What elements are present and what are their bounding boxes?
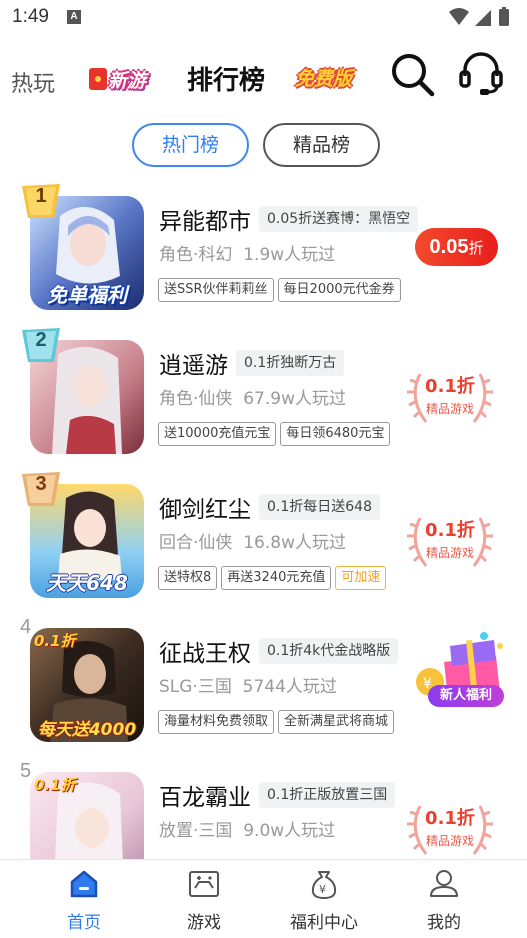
game-item[interactable]: 5 0.1折 百龙霸业 0.1折正版放置三国 放置·三国 9.0w人玩过 0.1… — [0, 756, 527, 860]
status-time: 1:49 — [12, 6, 49, 27]
bottom-tab-home-label: 首页 — [67, 913, 101, 933]
premium-stamp: 0.1折 精品游戏 — [402, 364, 498, 430]
nav-ranking[interactable]: 排行榜 — [187, 60, 265, 97]
stamp-value: 0.1折 — [425, 520, 475, 541]
system-status-icons — [449, 7, 509, 26]
game-promo: 0.1折正版放置三国 — [259, 782, 396, 808]
profile-icon — [430, 870, 458, 897]
stamp-value: 0.1折 — [425, 376, 475, 397]
search-icon[interactable] — [388, 50, 436, 98]
signal-icon — [475, 10, 491, 26]
game-meta: 回合·仙侠 16.8w人玩过 — [159, 533, 346, 553]
nav-new-games-label: 新游 — [108, 70, 147, 92]
stamp-label: 精品游戏 — [425, 546, 474, 560]
a-box-icon: A — [67, 10, 81, 24]
game-tags: 送SSR伙伴莉莉丝 每日2000元代金券 — [158, 278, 405, 302]
wifi-icon — [449, 8, 469, 25]
bottom-tab-welfare[interactable]: ¥ 福利中心 — [264, 860, 384, 938]
game-tag: 海量材料免费领取 — [158, 710, 275, 734]
game-item[interactable]: 免单福利 1 异能都市 0.05折送赛博：黑悟空 角色·科幻 1.9w人玩过 送… — [0, 180, 527, 324]
stamp-label: 精品游戏 — [425, 834, 474, 848]
game-tag: 每日2000元代金券 — [277, 278, 401, 302]
rank-number: 2 — [35, 329, 47, 351]
bottom-tab-home[interactable]: 首页 — [24, 860, 144, 938]
rank-number: 3 — [35, 473, 47, 495]
game-tag: 全新满星武将商城 — [278, 710, 395, 734]
tab-hot[interactable]: 热门榜 — [132, 123, 249, 167]
status-bar: 1:49 A — [0, 0, 527, 36]
game-tag: 送SSR伙伴莉莉丝 — [158, 278, 274, 302]
rank-medal: 1 — [20, 182, 62, 220]
game-title: 百龙霸业 — [159, 785, 251, 811]
bottom-tab-profile-label: 我的 — [427, 913, 461, 933]
game-promo: 0.05折送赛博：黑悟空 — [259, 206, 419, 232]
discount-button[interactable]: 0.05折 — [415, 228, 498, 266]
game-tag: 送10000充值元宝 — [158, 422, 277, 446]
top-nav: 热玩 新游 排行榜 免费版 — [0, 50, 527, 110]
cover-caption: 天天648 — [46, 571, 128, 595]
game-item[interactable]: 4 0.1折 每天送4000 征战王权 0.1折4k代金战略版 SLG·三国 5… — [0, 612, 527, 756]
rank-medal: 3 — [20, 470, 62, 508]
game-tags: 海量材料免费领取 全新满星武将商城 — [158, 710, 398, 734]
money-bag-icon: ¥ — [311, 871, 337, 899]
game-tag: 每日领6480元宝 — [280, 422, 391, 446]
cover-discount-badge: 0.1折 — [34, 776, 76, 794]
game-tag: 再送3240元充值 — [221, 566, 332, 590]
game-promo: 0.1折每日送648 — [259, 494, 380, 520]
accelerate-tag: 可加速 — [335, 566, 387, 590]
game-meta: 角色·仙侠 67.9w人玩过 — [159, 389, 346, 409]
game-list: 免单福利 1 异能都市 0.05折送赛博：黑悟空 角色·科幻 1.9w人玩过 送… — [0, 180, 527, 860]
game-title: 逍遥游 — [159, 353, 228, 379]
game-item[interactable]: 2 逍遥游 0.1折独断万古 角色·仙侠 67.9w人玩过 送10000充值元宝… — [0, 324, 527, 468]
nav-hot-games[interactable]: 热玩 — [11, 66, 55, 98]
game-tags: 送特权8 再送3240元充值 可加速 — [158, 566, 390, 590]
game-item[interactable]: 天天648 3 御剑红尘 0.1折每日送648 回合·仙侠 16.8w人玩过 送… — [0, 468, 527, 612]
game-cover: 0.1折 — [30, 772, 144, 860]
game-title: 御剑红尘 — [159, 497, 251, 523]
ranking-tabs: 热门榜 精品榜 — [0, 123, 527, 167]
game-meta: SLG·三国 5744人玩过 — [159, 677, 337, 697]
game-title: 异能都市 — [159, 209, 251, 235]
game-tags: 送10000充值元宝 每日领6480元宝 — [158, 422, 394, 446]
premium-stamp: 0.1折 精品游戏 — [402, 508, 498, 574]
cover-caption: 每天送4000 — [37, 720, 137, 740]
game-promo: 0.1折4k代金战略版 — [259, 638, 399, 664]
bottom-tab-games[interactable]: 游戏 — [144, 860, 264, 938]
stamp-label: 精品游戏 — [425, 402, 474, 416]
game-tag: 送特权8 — [158, 566, 218, 590]
gamepad-icon — [189, 871, 219, 897]
newbie-welfare-button[interactable]: ¥ 新人福利 — [414, 632, 506, 712]
bottom-tab-games-label: 游戏 — [187, 913, 221, 933]
red-envelope-icon — [89, 68, 107, 90]
nav-free-version[interactable]: 免费版 — [295, 64, 352, 91]
battery-icon — [499, 9, 509, 26]
game-meta: 角色·科幻 1.9w人玩过 — [159, 245, 336, 265]
nav-new-games[interactable]: 新游 — [89, 64, 159, 96]
game-title: 征战王权 — [159, 641, 251, 667]
welfare-label: 新人福利 — [428, 685, 504, 707]
rank-number: 1 — [35, 185, 47, 207]
bottom-tab-welfare-label: 福利中心 — [290, 913, 358, 933]
game-cover: 0.1折 每天送4000 — [30, 628, 144, 742]
game-meta: 放置·三国 9.0w人玩过 — [159, 821, 336, 841]
stamp-value: 0.1折 — [425, 808, 475, 829]
cover-discount-badge: 0.1折 — [34, 632, 76, 650]
tab-premium[interactable]: 精品榜 — [263, 123, 380, 167]
headset-icon[interactable] — [458, 50, 504, 98]
game-promo: 0.1折独断万古 — [236, 350, 345, 376]
home-icon — [70, 870, 98, 898]
premium-stamp: 0.1折 精品游戏 — [402, 796, 498, 860]
cover-caption: 免单福利 — [47, 283, 127, 307]
bottom-nav: 首页 游戏 ¥ 福利中心 我的 — [0, 859, 527, 938]
svg-text:¥: ¥ — [319, 883, 326, 896]
rank-medal: 2 — [20, 326, 62, 364]
bottom-tab-profile[interactable]: 我的 — [384, 860, 504, 938]
